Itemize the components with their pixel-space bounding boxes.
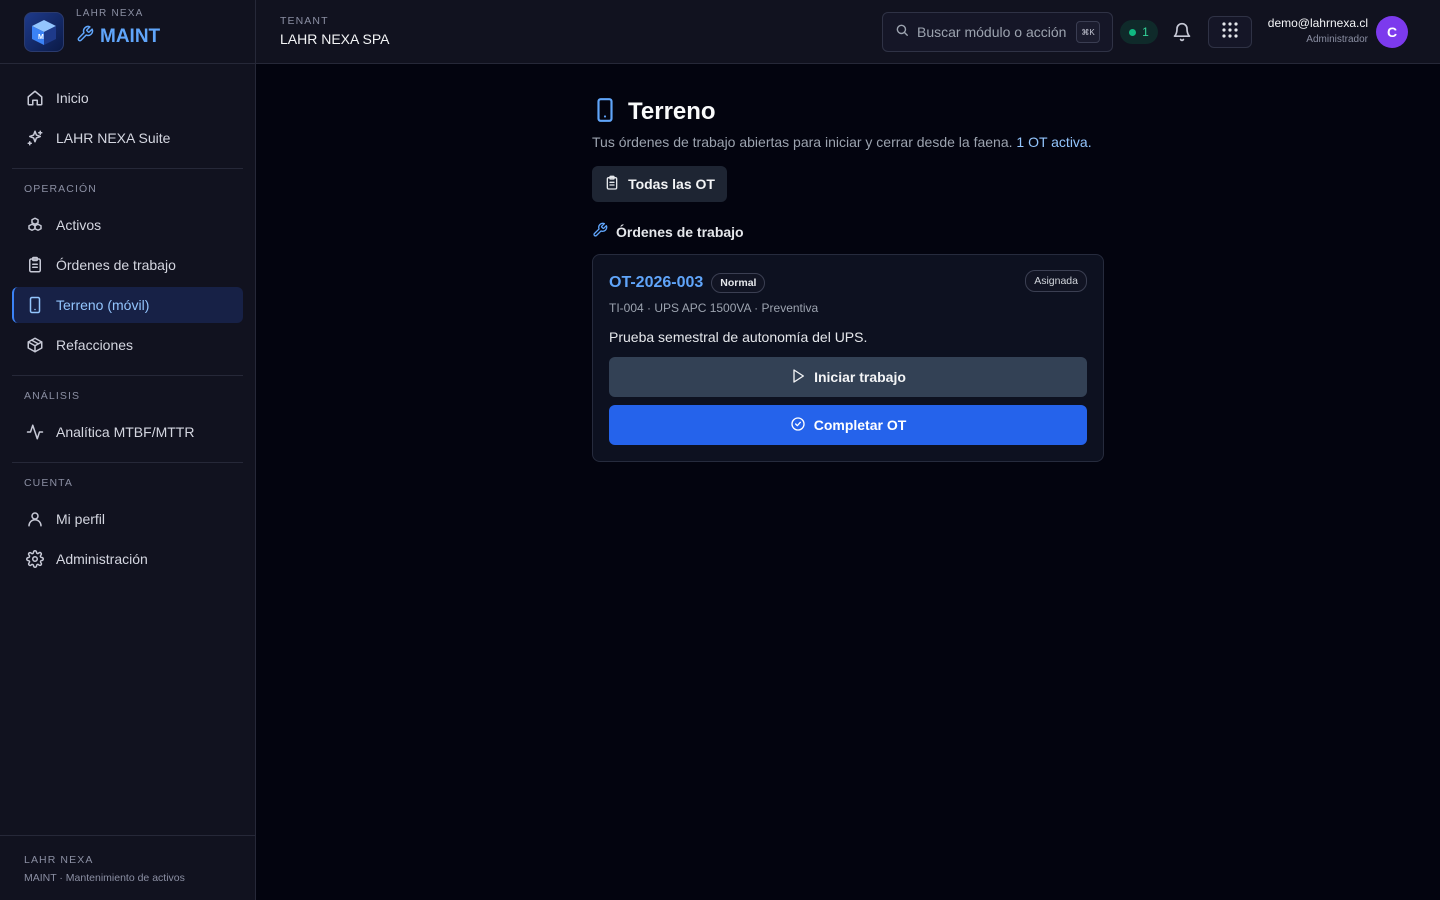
smartphone-icon bbox=[26, 296, 44, 314]
user-menu[interactable]: demo@lahrnexa.cl Administrador bbox=[1268, 16, 1368, 45]
sidebar-item-label: Inicio bbox=[56, 90, 89, 106]
search-placeholder: Buscar módulo o acción bbox=[917, 24, 1067, 40]
divider bbox=[12, 462, 243, 463]
work-order-header: OT-2026-003 Normal bbox=[609, 271, 1087, 295]
sidebar-item-label: Administración bbox=[56, 551, 148, 567]
all-ot-label: Todas las OT bbox=[628, 176, 715, 192]
play-icon bbox=[790, 368, 806, 387]
sidebar-item-label: Terreno (móvil) bbox=[56, 297, 150, 313]
check-circle-icon bbox=[790, 416, 806, 435]
start-work-label: Iniciar trabajo bbox=[814, 369, 906, 385]
user-email: demo@lahrnexa.cl bbox=[1267, 16, 1368, 30]
search-input[interactable]: Buscar módulo o acción ⌘K bbox=[882, 12, 1113, 52]
priority-badge: Normal bbox=[711, 273, 766, 293]
subtitle-text: Tus órdenes de trabajo abiertas para ini… bbox=[592, 134, 1013, 150]
footer-title: LAHR NEXA bbox=[24, 854, 94, 866]
sidebar-item-ordenes[interactable]: Órdenes de trabajo bbox=[12, 247, 243, 283]
sidebar-item-activos[interactable]: Activos bbox=[12, 207, 243, 243]
assets-icon bbox=[26, 216, 44, 234]
section-title-analisis: ANÁLISIS bbox=[24, 390, 81, 402]
home-icon bbox=[26, 89, 44, 107]
brand-app-label: MAINT bbox=[100, 26, 161, 47]
wrench-icon bbox=[76, 25, 94, 49]
sidebar-nav: Inicio LAHR NEXA Suite OPERACIÓN Activos… bbox=[0, 64, 255, 577]
brand-app-name: MAINT bbox=[76, 25, 160, 49]
sidebar-item-analitica[interactable]: Analítica MTBF/MTTR bbox=[12, 414, 243, 450]
sidebar-item-inicio[interactable]: Inicio bbox=[12, 80, 243, 116]
status-dot bbox=[1129, 28, 1137, 36]
sidebar: M LAHR NEXA MAINT Inicio LAHR NEXA Suite bbox=[0, 0, 256, 900]
complete-ot-button[interactable]: Completar OT bbox=[609, 405, 1087, 445]
work-order-code[interactable]: OT-2026-003 bbox=[609, 274, 703, 292]
sidebar-item-label: Refacciones bbox=[56, 337, 134, 353]
sidebar-footer: LAHR NEXA MAINT · Mantenimiento de activ… bbox=[0, 835, 255, 900]
section-header: Órdenes de trabajo bbox=[592, 222, 1104, 242]
divider bbox=[12, 375, 243, 376]
sidebar-item-label: Mi perfil bbox=[56, 511, 106, 527]
search-shortcut: ⌘K bbox=[1076, 21, 1100, 43]
status-count: 1 bbox=[1142, 25, 1149, 39]
page-header: Terreno bbox=[592, 96, 1104, 128]
user-icon bbox=[26, 510, 44, 528]
footer-subtitle: MAINT · Mantenimiento de activos bbox=[24, 872, 185, 884]
brand[interactable]: M LAHR NEXA MAINT bbox=[0, 0, 255, 64]
activity-icon bbox=[26, 423, 44, 441]
sidebar-item-terreno[interactable]: Terreno (móvil) bbox=[12, 287, 243, 323]
sidebar-item-label: LAHR NEXA Suite bbox=[56, 130, 171, 146]
user-role: Administrador bbox=[1306, 34, 1368, 45]
sidebar-item-label: Analítica MTBF/MTTR bbox=[56, 424, 195, 440]
tenant-name: LAHR NEXA SPA bbox=[280, 31, 390, 47]
sidebar-item-perfil[interactable]: Mi perfil bbox=[12, 501, 243, 537]
wrench-icon bbox=[592, 222, 608, 243]
section-title: Órdenes de trabajo bbox=[616, 224, 744, 240]
complete-ot-label: Completar OT bbox=[813, 417, 907, 433]
gear-icon bbox=[26, 550, 44, 568]
section-title-cuenta: CUENTA bbox=[24, 477, 73, 489]
sidebar-item-administracion[interactable]: Administración bbox=[12, 541, 243, 577]
tenant-info: TENANT LAHR NEXA SPA bbox=[280, 15, 389, 47]
active-ot-count: 1 OT activa. bbox=[1016, 134, 1092, 150]
all-ot-button[interactable]: Todas las OT bbox=[592, 166, 727, 202]
work-order-card: OT-2026-003 Normal Asignada TI-004 · UPS… bbox=[592, 254, 1104, 462]
page-subtitle: Tus órdenes de trabajo abiertas para ini… bbox=[592, 134, 1104, 154]
section-title-operacion: OPERACIÓN bbox=[24, 183, 97, 195]
logo: M bbox=[24, 11, 64, 52]
sparkles-icon bbox=[26, 129, 44, 147]
sidebar-item-label: Órdenes de trabajo bbox=[56, 257, 176, 273]
divider bbox=[12, 168, 243, 169]
search-icon bbox=[895, 23, 909, 42]
apps-grid-button[interactable] bbox=[1208, 16, 1252, 48]
smartphone-icon bbox=[592, 97, 618, 128]
status-badge[interactable]: 1 bbox=[1120, 20, 1158, 44]
bell-icon[interactable] bbox=[1172, 22, 1192, 42]
logo-letter: M bbox=[38, 34, 44, 41]
page-title: Terreno bbox=[628, 98, 716, 125]
sidebar-item-label: Activos bbox=[56, 217, 102, 233]
sidebar-item-suite[interactable]: LAHR NEXA Suite bbox=[12, 120, 243, 156]
status-badge: Asignada bbox=[1025, 270, 1087, 292]
work-order-meta: TI-004 · UPS APC 1500VA · Preventiva bbox=[609, 301, 819, 315]
top-header: TENANT LAHR NEXA SPA Buscar módulo o acc… bbox=[256, 0, 1440, 64]
sidebar-item-refacciones[interactable]: Refacciones bbox=[12, 327, 243, 363]
avatar[interactable]: C bbox=[1376, 16, 1408, 48]
brand-company: LAHR NEXA bbox=[76, 8, 144, 19]
package-icon bbox=[26, 336, 44, 354]
tenant-label: TENANT bbox=[280, 15, 329, 27]
clipboard-icon bbox=[604, 175, 620, 194]
main-content: Terreno Tus órdenes de trabajo abiertas … bbox=[592, 96, 1104, 462]
start-work-button[interactable]: Iniciar trabajo bbox=[609, 357, 1087, 397]
work-order-description: Prueba semestral de autonomía del UPS. bbox=[609, 329, 868, 345]
grid-icon bbox=[1221, 21, 1239, 44]
clipboard-icon bbox=[26, 256, 44, 274]
